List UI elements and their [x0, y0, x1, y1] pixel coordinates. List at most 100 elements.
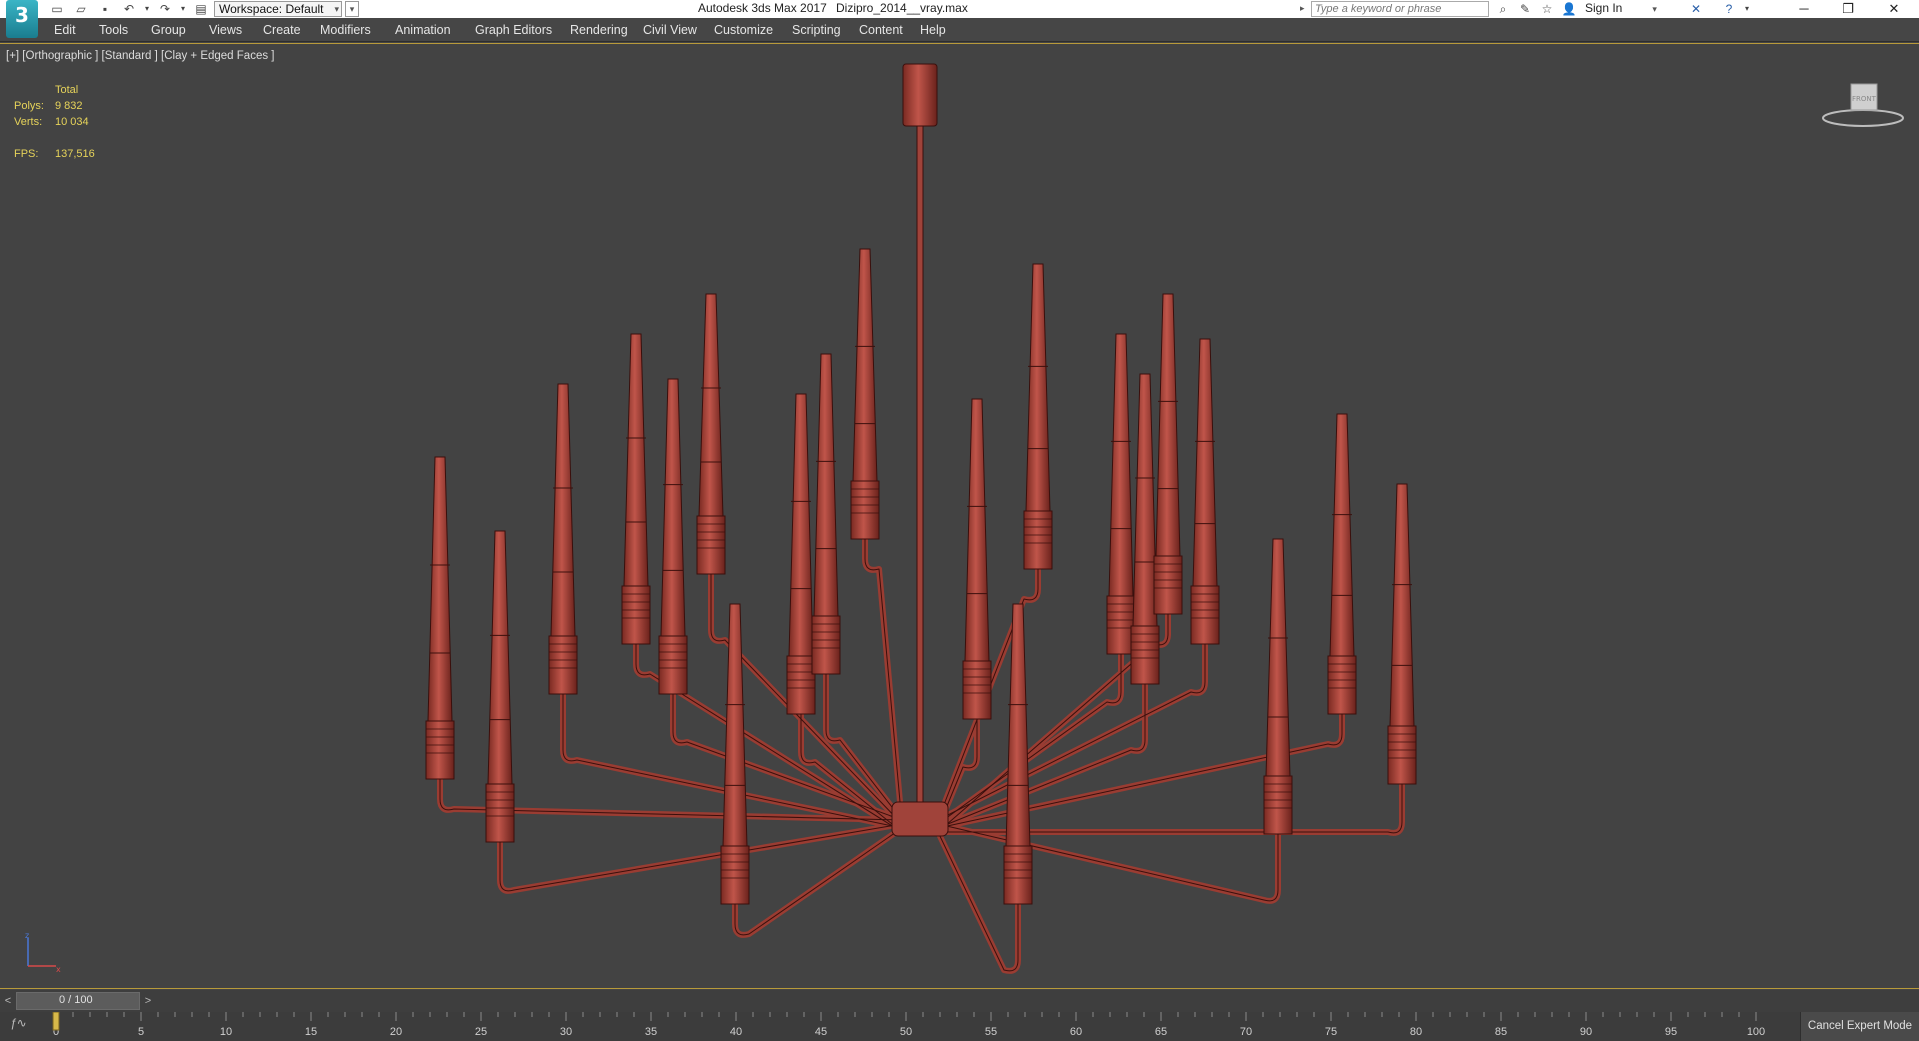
mini-curve-editor-icon[interactable]: ƒ∿ [10, 1016, 27, 1030]
polys-label: Polys: [14, 100, 44, 112]
candle-holder[interactable] [658, 378, 688, 695]
candle-holder[interactable] [962, 398, 992, 720]
redo-dropdown-icon[interactable]: ▾ [174, 1, 192, 17]
menu-scripting[interactable]: Scripting [792, 23, 841, 37]
time-slider-next-button[interactable]: > [141, 992, 155, 1010]
time-slider-prev-button[interactable]: < [1, 992, 15, 1010]
save-file-icon[interactable]: ▪ [96, 1, 114, 17]
candle-holder[interactable] [425, 456, 455, 780]
candle-holder[interactable] [786, 393, 816, 715]
file-name: Dizipro_2014__vray.max [836, 1, 968, 15]
timeline-ruler[interactable]: 0 5 10 15 20 25 30 35 40 45 50 55 60 65 70 75 80 85 90 95 10… [50, 1012, 1802, 1041]
restore-button[interactable]: ❐ [1826, 0, 1870, 18]
undo-icon[interactable]: ↶ [120, 1, 138, 17]
timeline-tick-label: 65 [1155, 1026, 1167, 1038]
communication-center-icon[interactable]: ✎ [1516, 1, 1534, 17]
timeline-tick-label: 90 [1580, 1026, 1592, 1038]
menu-create[interactable]: Create [263, 23, 301, 37]
menu-edit[interactable]: Edit [54, 23, 76, 37]
search-expand-icon[interactable]: ▸ [1300, 3, 1305, 14]
candle-holder[interactable] [1023, 263, 1053, 570]
app-title: Autodesk 3ds Max 2017 [698, 1, 827, 15]
candle-holder[interactable] [485, 530, 515, 843]
svg-text:x: x [56, 965, 61, 974]
timeline-tick-label: 20 [390, 1026, 402, 1038]
current-frame-marker[interactable] [52, 1012, 60, 1031]
timeline-tick-label: 45 [815, 1026, 827, 1038]
undo-dropdown-icon[interactable]: ▾ [138, 1, 156, 17]
timeline-tick-label: 60 [1070, 1026, 1082, 1038]
timeline-tick-label: 70 [1240, 1026, 1252, 1038]
menu-graph-editors[interactable]: Graph Editors [475, 23, 552, 37]
favorites-star-icon[interactable]: ☆ [1538, 1, 1556, 17]
timeline-tick-label: 50 [900, 1026, 912, 1038]
candle-holder[interactable] [850, 248, 880, 540]
menu-rendering[interactable]: Rendering [570, 23, 628, 37]
candle-holder[interactable] [1387, 483, 1417, 785]
close-button[interactable]: ✕ [1872, 0, 1916, 18]
candle-holder[interactable] [621, 333, 651, 645]
menu-content[interactable]: Content [859, 23, 903, 37]
menu-help[interactable]: Help [920, 23, 946, 37]
svg-text:z: z [25, 931, 29, 940]
menu-tools[interactable]: Tools [99, 23, 128, 37]
menu-animation[interactable]: Animation [395, 23, 451, 37]
candle-holder[interactable] [696, 293, 726, 575]
new-file-icon[interactable]: ▭ [48, 1, 66, 17]
open-file-icon[interactable]: ▱ [72, 1, 90, 17]
verts-label: Verts: [14, 116, 43, 128]
chandelier-model[interactable] [0, 44, 1919, 990]
project-folder-icon[interactable]: ▤ [192, 1, 210, 17]
workspace-select[interactable]: Workspace: Default ▾ [214, 1, 342, 17]
binoculars-icon[interactable]: ⌕ [1494, 1, 1512, 17]
viewport-label[interactable]: [+] [Orthographic ] [Standard ] [Clay + … [6, 50, 274, 62]
menu-civil-view[interactable]: Civil View [643, 23, 697, 37]
candle-holder[interactable] [1190, 338, 1220, 645]
fps-value: 137,516 [55, 148, 95, 160]
viewcube[interactable]: FRONT [1820, 78, 1906, 130]
exchange-apps-icon[interactable]: ✕ [1687, 1, 1705, 17]
candle-holder[interactable] [1327, 413, 1357, 715]
viewport[interactable]: [+] [Orthographic ] [Standard ] [Clay + … [0, 43, 1919, 989]
axis-tripod-icon: z x [25, 931, 61, 974]
cancel-expert-mode-button[interactable]: Cancel Expert Mode [1800, 1012, 1919, 1041]
minimize-button[interactable]: ─ [1782, 0, 1826, 18]
menu-views[interactable]: Views [209, 23, 242, 37]
timeline-tick-label: 30 [560, 1026, 572, 1038]
sign-in-label: Sign In [1585, 1, 1623, 15]
timeline-tick-label: 55 [985, 1026, 997, 1038]
menu-modifiers[interactable]: Modifiers [320, 23, 371, 37]
candle-holder[interactable] [811, 353, 841, 675]
workspace-menu-button[interactable]: ▾ [345, 1, 359, 17]
menu-customize[interactable]: Customize [714, 23, 773, 37]
sign-in-button[interactable]: Sign In ▾ [1585, 1, 1657, 15]
candle-holder[interactable] [1003, 603, 1033, 905]
timeline-tick-label: 35 [645, 1026, 657, 1038]
redo-icon[interactable]: ↷ [156, 1, 174, 17]
timeline-tick-label: 80 [1410, 1026, 1422, 1038]
timeline-tick-label: 75 [1325, 1026, 1337, 1038]
workspace-label: Workspace: Default [219, 2, 324, 16]
help-icon[interactable]: ? [1720, 1, 1738, 17]
candle-holder[interactable] [1153, 293, 1183, 615]
menu-group[interactable]: Group [151, 23, 186, 37]
viewcube-face-label: FRONT [1852, 95, 1877, 103]
help-dropdown-icon[interactable]: ▾ [1738, 1, 1756, 17]
timeline-tick-label: 5 [138, 1026, 144, 1038]
timeline-tick-label: 15 [305, 1026, 317, 1038]
search-input[interactable] [1311, 1, 1489, 17]
time-slider[interactable]: < > [0, 990, 1919, 1012]
candle-holder[interactable] [1130, 373, 1160, 685]
frame-counter: 0 / 100 [59, 994, 93, 1006]
track-bar[interactable]: ƒ∿ 0 5 10 15 20 25 30 35 40 45 50 55 60 65 70 75 80 85 90 9… [0, 1012, 1919, 1041]
candle-holder[interactable] [548, 383, 578, 695]
timeline-tick-label: 40 [730, 1026, 742, 1038]
candle-holder[interactable] [720, 603, 750, 905]
menu-bar: Edit Tools Group Views Create Modifiers … [0, 18, 1919, 42]
viewcube-compass-ring[interactable] [1822, 109, 1904, 127]
chevron-down-icon: ▾ [1652, 4, 1657, 14]
candle-holder[interactable] [1263, 538, 1293, 835]
candle-holder[interactable] [1106, 333, 1136, 655]
app-logo[interactable]: 3 [6, 0, 38, 38]
verts-value: 10 034 [55, 116, 89, 128]
